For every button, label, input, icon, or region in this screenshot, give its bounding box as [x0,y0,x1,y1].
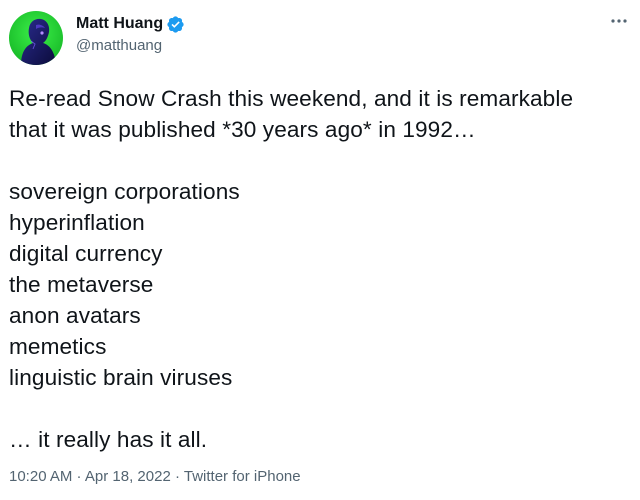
tweet-list-item: anon avatars [9,303,141,328]
tweet-list-item: linguistic brain viruses [9,365,233,390]
tweet-source[interactable]: Twitter for iPhone [184,468,301,485]
author-name-row: Matt Huang [76,13,185,35]
tweet-date[interactable]: Apr 18, 2022 [85,468,171,485]
tweet-list-item: digital currency [9,241,163,266]
avatar[interactable] [9,11,63,65]
tweet-metadata: 10:20 AM · Apr 18, 2022 · Twitter for iP… [9,468,301,485]
display-name[interactable]: Matt Huang [76,15,163,33]
tweet-intro-line: that it was published *30 years ago* in … [9,117,476,142]
more-options-icon[interactable] [608,10,630,32]
tweet-closing-line: … it really has it all. [9,427,208,452]
tweet-list-item: memetics [9,334,107,359]
verified-badge-icon [166,15,185,34]
tweet-list-item: the metaverse [9,272,154,297]
user-handle[interactable]: @matthuang [76,37,162,54]
tweet-list-item: hyperinflation [9,210,145,235]
tweet-time[interactable]: 10:20 AM [9,468,72,485]
tweet-list-item: sovereign corporations [9,179,240,204]
meta-separator: · [72,468,85,485]
tweet-card: Matt Huang @matthuang Re-read Snow Crash… [0,0,640,500]
tweet-text: Re-read Snow Crash this weekend, and it … [9,83,635,455]
avatar-image [9,11,63,65]
tweet-intro-line: Re-read Snow Crash this weekend, and it … [9,86,574,111]
meta-separator: · [170,468,184,485]
